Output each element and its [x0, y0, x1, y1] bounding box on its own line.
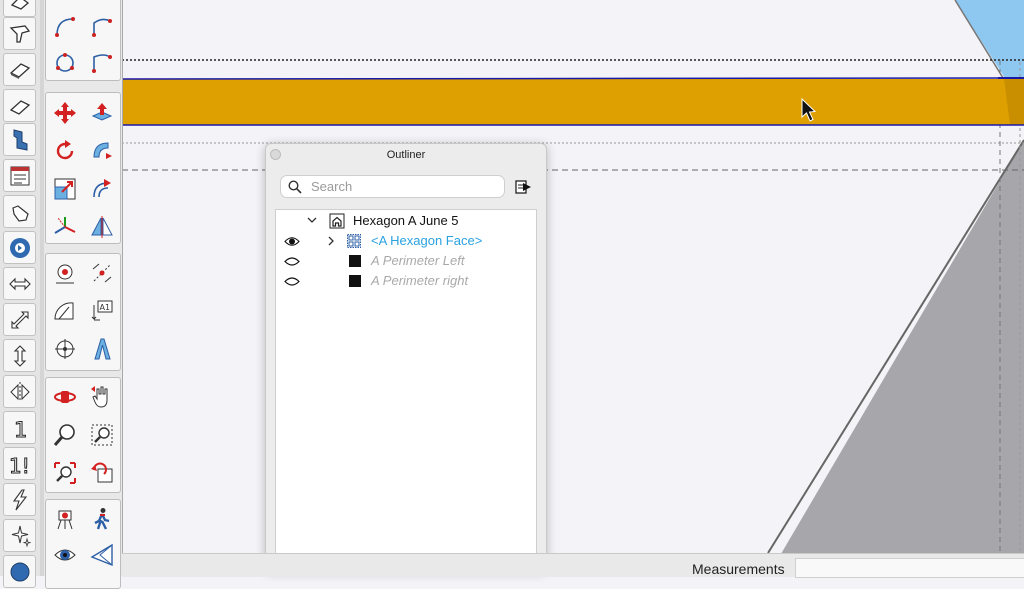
- hand-icon[interactable]: [3, 195, 36, 228]
- move-icon[interactable]: [47, 95, 83, 131]
- sync-icon[interactable]: [3, 231, 36, 264]
- arc-pie-icon[interactable]: [84, 9, 120, 45]
- outliner-title: Outliner: [386, 149, 426, 161]
- walk-icon[interactable]: [84, 501, 120, 537]
- eraser-alt-icon[interactable]: [3, 89, 36, 122]
- svg-text:1: 1: [14, 418, 27, 440]
- palette-group-camera: [45, 377, 121, 493]
- tag-eraser-icon[interactable]: [3, 53, 36, 86]
- hidden-eye-icon[interactable]: [284, 256, 300, 267]
- lightning-icon[interactable]: [3, 483, 36, 516]
- height-arrow-icon[interactable]: [3, 339, 36, 372]
- axes-target-icon[interactable]: [47, 331, 83, 367]
- svg-text:1!: 1!: [9, 454, 30, 476]
- visible-eye-icon[interactable]: [284, 236, 300, 247]
- follow-me-icon[interactable]: [84, 133, 120, 169]
- text-icon[interactable]: A1: [84, 293, 120, 329]
- number-one-icon[interactable]: 1: [3, 411, 36, 444]
- section-plane-icon[interactable]: [84, 537, 120, 573]
- pan-icon[interactable]: [84, 379, 120, 415]
- export-options-icon[interactable]: [514, 178, 534, 196]
- tree-row-model[interactable]: Hexagon A June 5: [276, 211, 536, 231]
- tree-row-group[interactable]: <A Hexagon Face>: [276, 231, 536, 251]
- dimension-icon[interactable]: [84, 255, 120, 291]
- left-toolbar: 1 1!: [0, 0, 41, 588]
- tree-row-entity[interactable]: A Perimeter Left: [276, 251, 536, 271]
- paint-bucket-icon[interactable]: [3, 17, 36, 50]
- palette-group-construction: A1: [45, 253, 121, 371]
- chevron-down-icon[interactable]: [307, 217, 317, 224]
- group-grid-icon: [347, 234, 361, 248]
- palette-group-edit: [45, 92, 121, 244]
- eraser-icon[interactable]: [3, 0, 36, 17]
- search-input[interactable]: [311, 178, 496, 195]
- tag-tool-icon[interactable]: [3, 123, 36, 156]
- look-around-icon[interactable]: [47, 537, 83, 573]
- svg-text:A1: A1: [100, 303, 111, 312]
- orbit-icon[interactable]: [47, 379, 83, 415]
- sparkles-icon[interactable]: [3, 519, 36, 552]
- entity-name: A Perimeter Left: [371, 253, 465, 268]
- zoom-window-icon[interactable]: [84, 417, 120, 453]
- 3d-text-icon[interactable]: [84, 331, 120, 367]
- selected-face: [122, 79, 1010, 125]
- outliner-tree: Hexagon A June 5 <A Hexagon Face> A Peri…: [275, 209, 537, 560]
- tool-palette: A1: [44, 0, 123, 589]
- position-camera-icon[interactable]: [47, 501, 83, 537]
- close-button[interactable]: [270, 149, 281, 160]
- zoom-icon[interactable]: [47, 417, 83, 453]
- axes-icon[interactable]: [47, 209, 83, 245]
- hidden-eye-icon[interactable]: [284, 276, 300, 287]
- width-arrow-icon[interactable]: [3, 267, 36, 300]
- number-one-bang-icon[interactable]: 1!: [3, 447, 36, 480]
- flip-along-icon[interactable]: [84, 209, 120, 245]
- previous-view-icon[interactable]: [84, 455, 120, 491]
- tree-row-entity[interactable]: A Perimeter right: [276, 271, 536, 291]
- scale-diagonal-icon[interactable]: [3, 303, 36, 336]
- home-model-icon: [329, 213, 345, 229]
- scale-icon[interactable]: [47, 171, 83, 207]
- measurements-input[interactable]: [795, 558, 1024, 578]
- chevron-right-icon[interactable]: [328, 236, 335, 246]
- entity-square-icon: [349, 275, 361, 287]
- entity-info-icon[interactable]: [3, 159, 36, 192]
- measurements-label: Measurements: [692, 561, 785, 577]
- entity-square-icon: [349, 255, 361, 267]
- push-pull-icon[interactable]: [84, 95, 120, 131]
- circle-arc-icon[interactable]: [47, 45, 83, 81]
- entity-name: A Perimeter right: [371, 273, 469, 288]
- group-name: <A Hexagon Face>: [371, 233, 483, 248]
- glass-icon[interactable]: [3, 555, 36, 588]
- search-icon: [288, 180, 302, 194]
- rotate-icon[interactable]: [47, 133, 83, 169]
- flip-icon[interactable]: [3, 375, 36, 408]
- tape-measure-icon[interactable]: [47, 255, 83, 291]
- outliner-panel: Outliner Hexagon A June 5 <A Hexagon Fac…: [265, 143, 547, 571]
- offset-icon[interactable]: [84, 171, 120, 207]
- three-point-arc-icon[interactable]: [84, 45, 120, 81]
- search-field: [280, 175, 505, 198]
- palette-group-arcs: [45, 0, 121, 81]
- zoom-extents-icon[interactable]: [47, 455, 83, 491]
- protractor-icon[interactable]: [47, 293, 83, 329]
- arc-icon[interactable]: [47, 9, 83, 45]
- model-name: Hexagon A June 5: [353, 213, 459, 228]
